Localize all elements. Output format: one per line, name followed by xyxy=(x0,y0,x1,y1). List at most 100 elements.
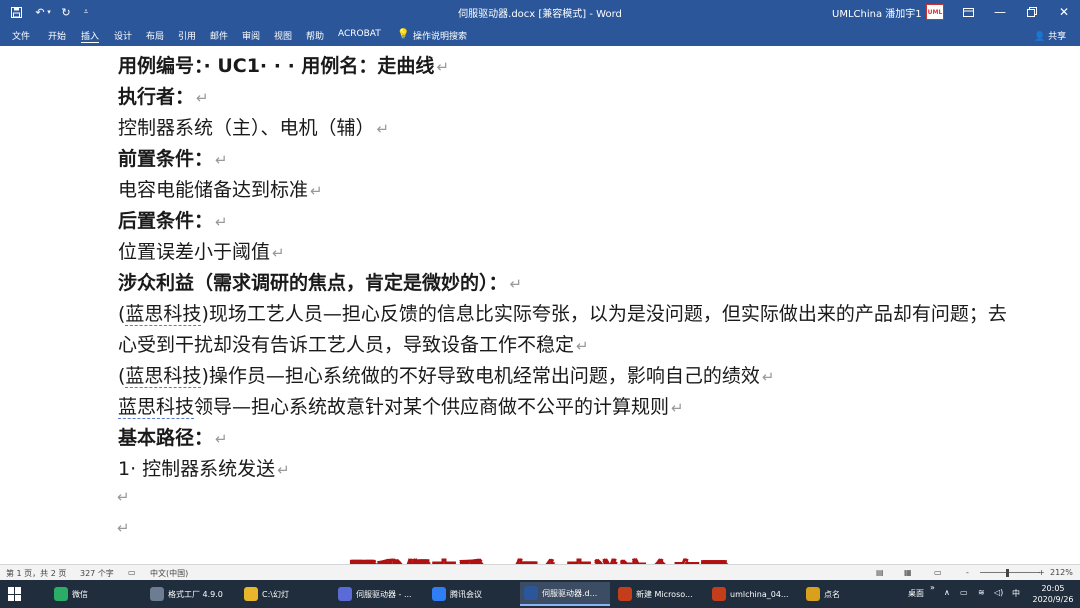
chevron-up-icon[interactable]: ∧ xyxy=(944,588,950,597)
line-text: 心受到干扰却没有告诉工艺人员，导致设备工作不稳定 xyxy=(118,334,575,356)
line-text: )操作员—担心系统做的不好导致电机经常出问题，影响自己的绩效 xyxy=(201,365,760,387)
zoom-out-button[interactable]: - xyxy=(966,568,969,577)
language[interactable]: 中文(中国) xyxy=(150,568,188,579)
web-layout-icon[interactable]: ▭ xyxy=(934,568,942,577)
tab-insert[interactable]: 插入 xyxy=(81,29,100,43)
document-line[interactable]: 用例编号：· UC1· · · 用例名：走曲线 ↵ xyxy=(118,54,449,79)
paragraph-mark: ↵ xyxy=(436,58,450,76)
taskbar-item[interactable]: 新建 Microso... xyxy=(614,582,704,606)
zoom-slider[interactable] xyxy=(980,572,1040,573)
avatar[interactable]: UML xyxy=(926,4,944,20)
taskbar-item-label: C:\幻灯 xyxy=(262,589,289,599)
tab-references[interactable]: 引用 xyxy=(178,29,196,42)
taskbar-item-label: umlchina_04... xyxy=(730,589,789,599)
tab-help[interactable]: 帮助 xyxy=(306,29,324,42)
document-line[interactable]: 1· 控制器系统发送 ↵ xyxy=(118,457,290,482)
paragraph-mark: ↵ xyxy=(215,430,228,448)
tab-review[interactable]: 审阅 xyxy=(242,29,260,42)
taskbar-item[interactable]: 微信 xyxy=(50,582,140,606)
paragraph-mark: ↵ xyxy=(117,488,130,506)
document-line[interactable]: 前置条件： ↵ xyxy=(118,147,228,172)
tab-home[interactable]: 开始 xyxy=(48,29,66,42)
paragraph-mark: ↵ xyxy=(196,89,209,107)
document-line[interactable]: 心受到干扰却没有告诉工艺人员，导致设备工作不稳定 ↵ xyxy=(118,333,589,358)
clock[interactable]: 20:05 2020/9/26 xyxy=(1028,583,1078,605)
paragraph-mark: ↵ xyxy=(277,461,290,479)
paragraph-mark: ↵ xyxy=(310,182,323,200)
document-line[interactable]: 控制器系统（主）、电机（辅） ↵ xyxy=(118,116,389,141)
tab-layout[interactable]: 布局 xyxy=(146,29,164,42)
zoom-slider-thumb[interactable] xyxy=(1006,569,1009,577)
chevron-right-icon[interactable]: » xyxy=(930,583,935,592)
read-mode-icon[interactable]: ▤ xyxy=(876,568,884,577)
close-icon[interactable]: ✕ xyxy=(1048,0,1080,24)
paragraph-mark: ↵ xyxy=(576,337,589,355)
document-line[interactable]: 电容电能储备达到标准 ↵ xyxy=(118,178,323,203)
wechat-icon xyxy=(54,587,68,601)
document-line[interactable]: 蓝思科技领导—担心系统故意针对某个供应商做不公平的计算规则 ↵ xyxy=(118,395,684,420)
document-line[interactable]: 执行者： ↵ xyxy=(118,85,209,110)
paragraph-mark: ↵ xyxy=(376,120,390,138)
app-icon xyxy=(338,587,352,601)
minimize-icon[interactable]: — xyxy=(984,0,1016,24)
user-name[interactable]: UMLChina 潘加宇1 xyxy=(832,5,922,20)
ime-indicator[interactable]: 中 xyxy=(1012,588,1020,599)
powerpoint-icon xyxy=(618,587,632,601)
document-line[interactable]: 位置误差小于阈值 ↵ xyxy=(118,240,285,265)
powerpoint-icon xyxy=(712,587,726,601)
paragraph-mark: ↵ xyxy=(509,275,523,293)
taskbar-item[interactable]: 点名 xyxy=(802,582,862,606)
zoom-level[interactable]: 212% xyxy=(1050,568,1073,577)
status-bar: 第 1 页，共 2 页 327 个字 ▭ 中文(中国) ▤ ▦ ▭ - + 21… xyxy=(0,564,1080,580)
taskbar-item-label: 新建 Microso... xyxy=(636,589,693,599)
taskbar-item[interactable]: 伺服驱动器 - ... xyxy=(334,582,424,606)
volume-icon[interactable]: ◁) xyxy=(994,588,1003,597)
clock-date: 2020/9/26 xyxy=(1032,595,1074,604)
document-page[interactable]: 用例编号：· UC1· · · 用例名：走曲线 ↵ 执行者： ↵ 控制器系统（主）、电机… xyxy=(0,46,1080,564)
ribbon-display-icon[interactable] xyxy=(952,0,984,24)
line-text: 控制器系统（主）、电机（辅） xyxy=(118,117,375,139)
spellcheck-underlined-text: 蓝思科技 xyxy=(125,303,202,326)
share-label: 共享 xyxy=(1048,32,1067,42)
word-icon xyxy=(524,586,538,600)
paragraph-mark: ↵ xyxy=(215,213,228,231)
line-text: 领导—担心系统故意针对某个供应商做不公平的计算规则 xyxy=(194,396,670,418)
tell-me-search[interactable]: 操作说明搜索 xyxy=(413,29,467,42)
tab-design[interactable]: 设计 xyxy=(114,29,132,42)
app-icon xyxy=(806,587,820,601)
taskbar-item-label: 伺服驱动器.d... xyxy=(542,588,598,598)
paragraph-mark: ↵ xyxy=(215,151,228,169)
document-line[interactable]: (蓝思科技)操作员—担心系统做的不好导致电机经常出问题，影响自己的绩效 ↵ xyxy=(118,364,774,389)
restore-icon[interactable] xyxy=(1016,0,1048,24)
print-layout-icon[interactable]: ▦ xyxy=(904,568,912,577)
taskbar-item[interactable]: umlchina_04... xyxy=(708,582,798,606)
tab-view[interactable]: 视图 xyxy=(274,29,292,42)
zoom-in-button[interactable]: + xyxy=(1038,568,1045,577)
wifi-icon[interactable]: ≋ xyxy=(978,588,985,597)
desktop-label[interactable]: 桌面 xyxy=(908,588,924,599)
taskbar-item[interactable]: 腾讯会议 xyxy=(428,582,516,606)
document-line[interactable]: 涉众利益（需求调研的焦点，肯定是微妙的）： ↵ xyxy=(118,271,522,296)
line-text: 执行者： xyxy=(118,86,195,108)
document-line[interactable]: (蓝思科技)现场工艺人员—担心反馈的信息比实际夸张，以为是没问题，但实际做出来的… xyxy=(118,302,1007,326)
taskbar-item[interactable]: 伺服驱动器.d... xyxy=(520,582,610,606)
taskbar-item[interactable]: C:\幻灯 xyxy=(240,582,330,606)
tab-acrobat[interactable]: ACROBAT xyxy=(338,29,381,39)
tab-mailings[interactable]: 邮件 xyxy=(210,29,228,42)
line-text: 用例编号：· UC1· · · 用例名：走曲线 xyxy=(118,55,435,77)
word-count[interactable]: 327 个字 xyxy=(80,568,114,579)
taskbar-item[interactable]: 格式工厂 4.9.0 xyxy=(146,582,236,606)
paragraph-mark: ↵ xyxy=(117,519,130,537)
document-line[interactable]: 基本路径： ↵ xyxy=(118,426,228,451)
format-factory-icon xyxy=(150,587,164,601)
line-text: 涉众利益（需求调研的焦点，肯定是微妙的）： xyxy=(118,272,508,294)
document-line[interactable]: 后置条件： ↵ xyxy=(118,209,228,234)
proofing-icon[interactable]: ▭ xyxy=(128,568,136,577)
tab-file[interactable]: 文件 xyxy=(12,29,30,42)
share-button[interactable]: 👤 共享 xyxy=(1034,29,1066,42)
page-count[interactable]: 第 1 页，共 2 页 xyxy=(6,568,66,579)
tencent-meeting-icon xyxy=(432,587,446,601)
network-icon[interactable]: ▭ xyxy=(960,588,968,597)
paragraph-mark: ↵ xyxy=(671,399,684,417)
windows-start-icon[interactable] xyxy=(8,587,22,601)
